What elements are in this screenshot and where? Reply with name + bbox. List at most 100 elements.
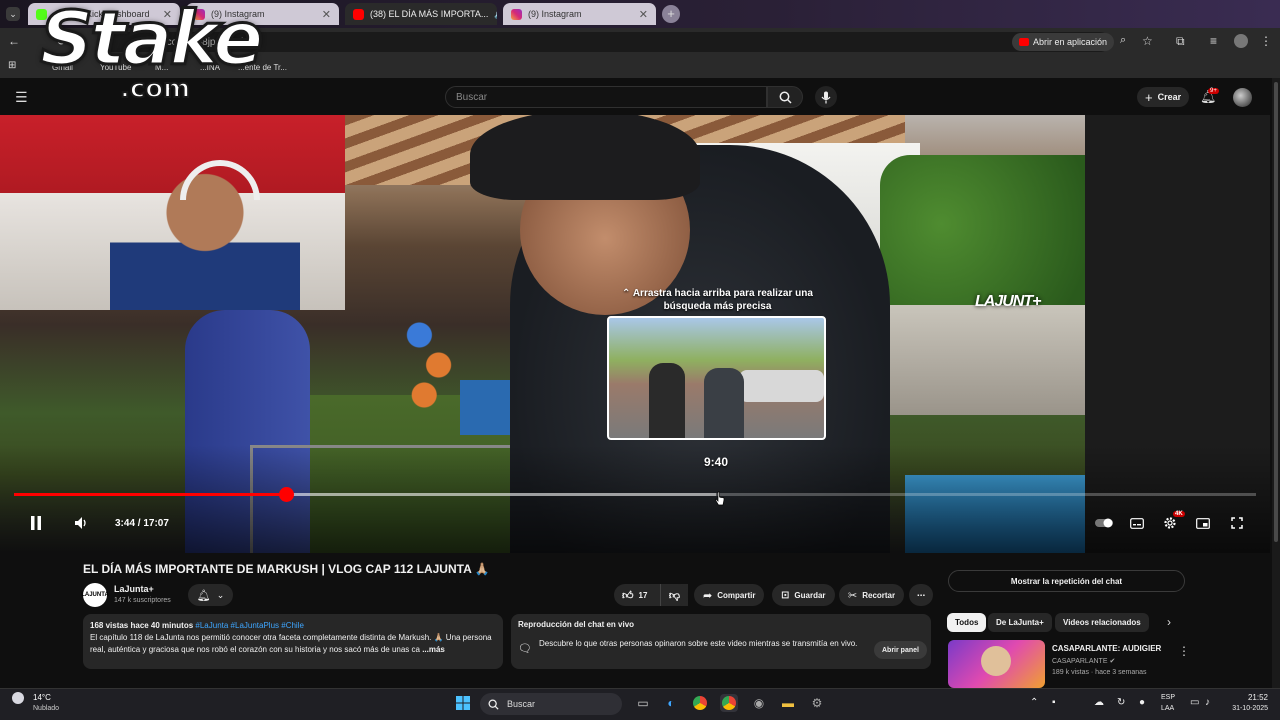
open-panel-button[interactable]: Abrir panel — [874, 641, 927, 659]
task-view-icon[interactable]: ▭ — [634, 694, 652, 712]
edge-browser-icon[interactable]: ◐ — [662, 694, 680, 712]
dislike-button[interactable]: 👎︎ — [660, 584, 688, 606]
recommended-video-title[interactable]: CASAPARLANTE: AUDIGIER — [1052, 644, 1161, 653]
account-avatar[interactable] — [1233, 88, 1252, 107]
progress-bar[interactable] — [14, 487, 1256, 502]
file-explorer-icon[interactable]: ▬ — [779, 694, 797, 712]
fullscreen-icon — [1231, 517, 1243, 529]
clock-time[interactable]: 21:52 — [1238, 693, 1268, 702]
chat-replay-heading: Reproducción del chat en vivo — [518, 620, 635, 629]
pause-button[interactable] — [27, 513, 45, 533]
weather-cloud-icon[interactable] — [12, 692, 24, 704]
hashtags[interactable]: #LaJunta #LaJuntaPlus #Chile — [195, 621, 304, 630]
fullscreen-button[interactable] — [1227, 513, 1247, 533]
show-more-link[interactable]: ...más — [422, 645, 445, 654]
controls-gradient — [0, 445, 1270, 553]
volume-button[interactable] — [72, 513, 92, 533]
speaker-icon[interactable]: 🔊 — [494, 10, 497, 19]
tray-cloud-icon[interactable]: ☁ — [1094, 697, 1104, 708]
show-chat-replay-button[interactable]: Mostrar la repetición del chat — [948, 570, 1185, 592]
scene-person-cap — [470, 115, 700, 200]
share-label: Compartir — [717, 590, 756, 600]
description-box[interactable]: 168 vistas hace 40 minutos #LaJunta #LaJ… — [83, 614, 503, 669]
settings-gear-icon[interactable]: ⚙ — [808, 694, 826, 712]
save-label: Guardar — [794, 590, 826, 600]
close-icon[interactable]: ✕ — [639, 8, 648, 21]
tray-device-icon[interactable]: ▪ — [1052, 697, 1056, 708]
chip-all[interactable]: Todos — [947, 613, 987, 632]
profile-avatar[interactable] — [1234, 34, 1248, 48]
video-player[interactable]: LAJUNT+ ⌃ Arrastra hacia arriba para rea… — [0, 115, 1270, 553]
new-tab-icon[interactable]: + — [662, 5, 680, 23]
seek-preview-thumbnail — [607, 316, 826, 440]
apps-grid-icon[interactable]: ⊞ — [8, 61, 16, 71]
seek-preview-time: 9:40 — [703, 455, 729, 469]
weather-temperature[interactable]: 14°C — [33, 693, 51, 702]
tab-search-icon[interactable]: ⌄ — [6, 7, 20, 21]
share-button[interactable]: ➦ Compartir — [694, 584, 765, 606]
chrome-active-icon[interactable] — [720, 694, 738, 712]
tray-microphone-icon[interactable]: ● — [1139, 697, 1145, 708]
clip-button[interactable]: ✂ Recortar — [839, 584, 905, 606]
hamburger-menu-icon[interactable]: ☰ — [15, 90, 28, 104]
subtitles-button[interactable] — [1127, 513, 1147, 533]
scissors-icon: ✂ — [848, 589, 858, 602]
plus-icon: + — [1145, 89, 1153, 105]
bell-icon: 🔔︎ — [196, 589, 211, 602]
video-title: EL DÍA MÁS IMPORTANTE DE MARKUSH | VLOG … — [83, 562, 490, 576]
recommended-video-channel[interactable]: CASAPARLANTE ✔ — [1052, 657, 1115, 665]
tab-label: (38) EL DÍA MÁS IMPORTA... — [370, 9, 489, 19]
stake-logo-overlay: Stake .com — [32, 0, 272, 114]
tray-sync-icon[interactable]: ↻ — [1117, 697, 1125, 708]
preview-person — [704, 368, 744, 438]
close-icon[interactable]: ✕ — [322, 8, 331, 21]
chip-from-channel[interactable]: De LaJunta+ — [988, 613, 1052, 632]
stake-logo-suffix: .com — [119, 73, 191, 105]
scrubber-handle[interactable] — [278, 487, 294, 502]
search-button[interactable] — [767, 86, 803, 108]
drag-up-hint: ⌃ Arrastra hacia arriba para realizar un… — [622, 288, 813, 312]
zoom-icon[interactable]: ⌕ — [1120, 35, 1126, 46]
chevron-right-icon[interactable]: › — [1167, 616, 1171, 628]
weather-condition[interactable]: Nublado — [33, 705, 59, 712]
reading-list-icon[interactable]: ≡ — [1210, 35, 1217, 47]
chip-related[interactable]: Videos relacionados — [1055, 613, 1149, 632]
search-input[interactable]: Buscar — [445, 86, 767, 108]
more-actions-button[interactable]: ⋯ — [909, 584, 933, 606]
channel-avatar[interactable]: LAJUNTA — [81, 583, 109, 607]
start-button[interactable] — [454, 694, 472, 712]
volume-icon[interactable]: ♪ — [1205, 697, 1210, 708]
network-icon[interactable]: ▭ — [1190, 697, 1199, 708]
recommended-video-thumbnail[interactable] — [948, 640, 1045, 688]
chrome-logo — [722, 696, 736, 710]
input-layout[interactable]: LAA — [1161, 705, 1174, 712]
chat-bubble-icon: 🗨︎ — [518, 643, 532, 655]
scrollbar-thumb[interactable] — [1274, 82, 1278, 542]
tab-youtube-video[interactable]: (38) EL DÍA MÁS IMPORTA... 🔊 ✕ — [345, 3, 497, 25]
back-arrow-icon[interactable]: ← — [8, 35, 20, 47]
extensions-icon[interactable]: ⧉ — [1176, 35, 1185, 47]
save-button[interactable]: ⊡ Guardar — [772, 584, 835, 606]
menu-kebab-icon[interactable]: ⋮ — [1260, 35, 1272, 47]
create-button[interactable]: + Crear — [1137, 87, 1190, 107]
input-language[interactable]: ESP — [1161, 694, 1175, 701]
clip-label: Recortar — [862, 590, 896, 600]
miniplayer-button[interactable] — [1193, 513, 1213, 533]
voice-search-button[interactable] — [815, 86, 837, 108]
open-in-app-button[interactable]: Abrir en aplicación — [1012, 33, 1115, 51]
tray-chevron-up-icon[interactable]: ⌃ — [1030, 697, 1038, 708]
preview-car — [739, 370, 824, 402]
bookmark-star-icon[interactable]: ☆ — [1142, 35, 1153, 47]
subscription-bell-button[interactable]: 🔔︎ ⌄ — [188, 584, 233, 606]
tab-instagram-2[interactable]: (9) Instagram ✕ — [503, 3, 656, 25]
channel-name[interactable]: LaJunta+ — [114, 584, 154, 594]
time-display: 3:44 / 17:07 — [115, 518, 169, 529]
taskbar-search-label: Buscar — [507, 699, 536, 709]
chrome-icon[interactable] — [691, 694, 709, 712]
more-vertical-icon[interactable]: ⋮ — [1178, 644, 1190, 658]
clock-date[interactable]: 31-10-2025 — [1220, 705, 1268, 712]
autoplay-toggle[interactable] — [1094, 513, 1114, 533]
mouse-cursor-icon — [715, 491, 725, 506]
app-icon[interactable]: ◉ — [750, 694, 768, 712]
taskbar-search[interactable]: Buscar — [480, 693, 622, 715]
